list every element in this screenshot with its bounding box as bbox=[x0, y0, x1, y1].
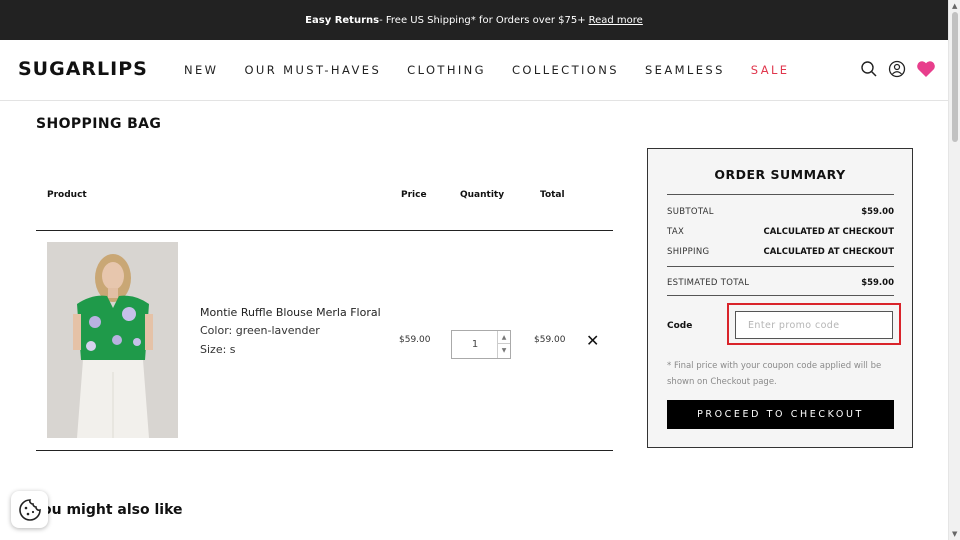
site-header: SUGARLIPS NEW OUR MUST-HAVES CLOTHING CO… bbox=[0, 40, 948, 101]
summary-divider bbox=[667, 266, 894, 267]
column-total: Total bbox=[540, 190, 565, 200]
column-product: Product bbox=[47, 190, 87, 200]
product-color: Color: green-lavender bbox=[200, 324, 320, 337]
item-total: $59.00 bbox=[534, 335, 566, 345]
summary-divider bbox=[667, 295, 894, 296]
tax-row: TAX CALCULATED AT CHECKOUT bbox=[667, 227, 894, 237]
summary-divider bbox=[667, 194, 894, 195]
coupon-note: * Final price with your coupon code appl… bbox=[667, 361, 882, 387]
logo[interactable]: SUGARLIPS bbox=[18, 58, 148, 80]
read-more-link[interactable]: Read more bbox=[589, 15, 643, 26]
subtotal-row: SUBTOTAL $59.00 bbox=[667, 207, 894, 217]
account-icon[interactable] bbox=[888, 60, 906, 78]
promo-code-label: Code bbox=[667, 321, 693, 331]
shipping-value: CALCULATED AT CHECKOUT bbox=[763, 247, 894, 257]
page-scrollbar[interactable]: ▲ ▼ bbox=[948, 0, 960, 540]
scroll-down-icon[interactable]: ▼ bbox=[952, 530, 957, 538]
promo-code-input[interactable] bbox=[735, 311, 893, 339]
quantity-value[interactable]: 1 bbox=[452, 339, 498, 350]
page-title: SHOPPING BAG bbox=[36, 116, 162, 132]
cookie-settings-button[interactable] bbox=[11, 491, 48, 528]
column-quantity: Quantity bbox=[460, 190, 505, 200]
quantity-stepper[interactable]: 1 ▲ ▼ bbox=[451, 330, 511, 359]
column-price: Price bbox=[401, 190, 427, 200]
nav-clothing[interactable]: CLOTHING bbox=[407, 63, 486, 77]
promo-highlight bbox=[727, 303, 901, 345]
nav-new[interactable]: NEW bbox=[184, 63, 218, 77]
announcement-text: - Free US Shipping* for Orders over $75+ bbox=[379, 14, 586, 26]
scrollbar-thumb[interactable] bbox=[952, 12, 958, 142]
estimated-total-value: $59.00 bbox=[861, 278, 894, 288]
product-name[interactable]: Montie Ruffle Blouse Merla Floral bbox=[200, 306, 381, 319]
cookie-icon bbox=[18, 498, 41, 521]
nav-seamless[interactable]: SEAMLESS bbox=[645, 63, 725, 77]
remove-item-icon[interactable]: ✕ bbox=[586, 331, 599, 350]
announcement-bold: Easy Returns bbox=[305, 14, 380, 26]
order-summary-title: ORDER SUMMARY bbox=[714, 167, 846, 182]
heart-icon[interactable] bbox=[916, 60, 935, 78]
subtotal-label: SUBTOTAL bbox=[667, 207, 714, 217]
quantity-spinner: ▲ ▼ bbox=[497, 331, 510, 358]
nav-must-haves[interactable]: OUR MUST-HAVES bbox=[244, 63, 381, 77]
nav-sale[interactable]: SALE bbox=[751, 63, 790, 77]
quantity-down-icon[interactable]: ▼ bbox=[498, 344, 510, 357]
announcement-bar: Easy Returns - Free US Shipping* for Ord… bbox=[0, 0, 948, 40]
recommendations-title: ou might also like bbox=[42, 502, 183, 518]
item-price: $59.00 bbox=[399, 335, 431, 345]
main-nav: NEW OUR MUST-HAVES CLOTHING COLLECTIONS … bbox=[184, 63, 815, 77]
product-size: Size: s bbox=[200, 343, 236, 356]
quantity-up-icon[interactable]: ▲ bbox=[498, 331, 510, 344]
search-icon[interactable] bbox=[860, 60, 878, 78]
estimated-total-row: ESTIMATED TOTAL $59.00 bbox=[667, 278, 894, 288]
header-icons bbox=[860, 60, 935, 78]
subtotal-value: $59.00 bbox=[861, 207, 894, 217]
proceed-to-checkout-button[interactable]: PROCEED TO CHECKOUT bbox=[667, 400, 894, 429]
tax-value: CALCULATED AT CHECKOUT bbox=[763, 227, 894, 237]
nav-collections[interactable]: COLLECTIONS bbox=[512, 63, 619, 77]
estimated-total-label: ESTIMATED TOTAL bbox=[667, 278, 750, 288]
tax-label: TAX bbox=[667, 227, 685, 237]
table-divider-top bbox=[36, 230, 613, 231]
product-image[interactable] bbox=[47, 242, 178, 438]
order-summary: ORDER SUMMARY SUBTOTAL $59.00 TAX CALCUL… bbox=[647, 148, 913, 448]
shipping-label: SHIPPING bbox=[667, 247, 710, 257]
shipping-row: SHIPPING CALCULATED AT CHECKOUT bbox=[667, 247, 894, 257]
table-divider-bottom bbox=[36, 450, 613, 451]
scroll-up-icon[interactable]: ▲ bbox=[952, 2, 957, 10]
